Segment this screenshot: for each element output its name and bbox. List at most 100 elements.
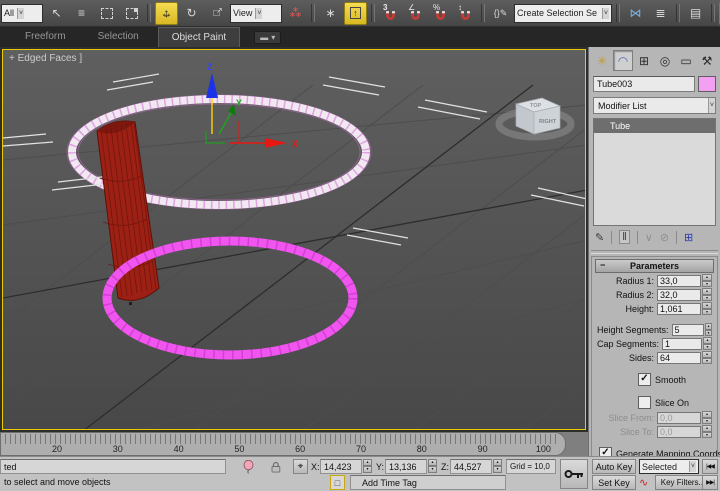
pin-stack-button[interactable]: ✎ <box>595 231 604 244</box>
height-segments-field[interactable]: 5 <box>672 324 704 336</box>
object-name-field[interactable]: Tube003 <box>593 76 695 92</box>
slice-from-field[interactable]: 0,0 <box>657 412 701 424</box>
tab-utilities[interactable]: ⚒ <box>697 50 717 71</box>
radius1-spinner[interactable]: ▴▾ <box>702 274 712 287</box>
select-by-name-button[interactable]: ≡ <box>70 2 93 25</box>
slice-to-field[interactable]: 0,0 <box>657 426 701 438</box>
timeline-ruler[interactable]: 2030405060708090100 <box>0 432 566 456</box>
main-toolbar: All ˅ ↖ ≡ ↔↕ ↻ □↗ View ˅ ⁂ ∗ ↑ 3 <box>0 0 720 27</box>
go-to-end-button[interactable]: ▶▶| <box>702 475 718 490</box>
tab-hierarchy[interactable]: ⊞ <box>634 50 654 71</box>
selection-lock-toggle[interactable] <box>270 461 282 473</box>
go-to-start-button[interactable]: |◀◀ <box>702 459 718 474</box>
select-and-scale-button[interactable]: □↗ <box>205 2 228 25</box>
tab-create[interactable]: ✳ <box>592 50 612 71</box>
angle-snap-button[interactable]: ∠ <box>404 2 427 25</box>
perspective-viewport[interactable]: Z X Y TOP RIGHT <box>2 49 586 430</box>
radius2-field[interactable]: 32,0 <box>657 289 701 301</box>
height-row: Height:1,061▴▾ <box>597 302 712 315</box>
axis-z-label: Z <box>207 62 213 72</box>
sides-field[interactable]: 64 <box>657 352 701 364</box>
go-to-end-icon: ▶▶| <box>706 479 714 486</box>
selection-set-value: Selected <box>642 462 686 472</box>
select-and-rotate-button[interactable]: ↻ <box>180 2 203 25</box>
ribbon-minimize-toggle[interactable]: ▬▾ <box>254 31 281 44</box>
generate-mapping-coords-row: ✓Generate Mapping Coords. <box>599 447 713 456</box>
configure-modifier-sets-button[interactable]: ⊞ <box>684 231 693 244</box>
reference-coordinate-dropdown[interactable]: View ˅ <box>230 4 282 23</box>
sides-row: Sides:64▴▾ <box>597 351 712 364</box>
sides-spinner[interactable]: ▴▾ <box>702 351 712 364</box>
height-spinner[interactable]: ▴▾ <box>702 302 712 315</box>
auto-key-button[interactable]: Auto Key <box>592 459 636 474</box>
selection-filter-dropdown[interactable]: All ˅ <box>1 4 43 23</box>
remove-modifier-button[interactable]: ⊘ <box>660 231 669 244</box>
select-and-manipulate-button[interactable]: ∗ <box>319 2 342 25</box>
snaps-toggle-button[interactable]: 3 <box>379 2 402 25</box>
ribbon-tab-freeform[interactable]: Freeform <box>12 27 79 47</box>
timeline-tick-label: 20 <box>52 444 62 454</box>
coord-x-field[interactable]: 14,423 <box>320 459 362 474</box>
percent-snap-button[interactable]: % <box>429 2 452 25</box>
spinner-snap-button[interactable]: ↕ <box>454 2 477 25</box>
add-time-tag-field[interactable]: Add Time Tag <box>350 475 506 490</box>
parameters-rollout-header[interactable]: − Parameters <box>595 259 714 273</box>
mirror-button[interactable]: ⋈ <box>624 2 647 25</box>
selection-region-button[interactable] <box>95 2 118 25</box>
viewport-label[interactable]: + Edged Faces ] <box>9 53 82 64</box>
slice-from-spinner[interactable]: ▴▾ <box>702 411 712 424</box>
slice-on-checkbox[interactable] <box>638 396 651 409</box>
coord-x-spinner[interactable]: ▴▾ <box>363 459 372 473</box>
set-key-button[interactable]: Set Key <box>592 475 636 490</box>
isolate-selection-toggle[interactable] <box>243 460 254 474</box>
cursor-icon: ↖ <box>51 6 61 20</box>
generate-mapping-coords-checkbox[interactable]: ✓ <box>599 447 612 456</box>
timeline-track-bar[interactable]: 2030405060708090100 <box>0 432 588 456</box>
window-crossing-button[interactable] <box>120 2 143 25</box>
cap-segments-field[interactable]: 1 <box>662 338 702 350</box>
coord-z-field[interactable]: 44,527 <box>450 459 492 474</box>
named-selection-sets-dropdown[interactable]: Create Selection Se ˅ <box>514 4 612 23</box>
select-object-button[interactable]: ↖ <box>45 2 68 25</box>
radius1-field[interactable]: 33,0 <box>657 275 701 287</box>
use-pivot-center-button[interactable]: ⁂ <box>284 2 307 25</box>
up-arrow-box-icon: ↑ <box>350 7 361 19</box>
create-icon: ✳ <box>597 54 607 68</box>
cap-segments-spinner[interactable]: ▴▾ <box>703 337 712 350</box>
percent-magnet-icon: % <box>433 5 448 21</box>
selection-set-dropdown[interactable]: Selected ˅ <box>639 459 699 474</box>
coord-y-spinner[interactable]: ▴▾ <box>428 459 437 473</box>
viewport-scene[interactable]: Z X Y TOP RIGHT <box>3 50 586 430</box>
slice-to-spinner[interactable]: ▴▾ <box>702 425 712 438</box>
adaptive-degradation-toggle[interactable]: □ <box>330 475 345 490</box>
radius2-spinner[interactable]: ▴▾ <box>702 288 712 301</box>
absolute-mode-toggle[interactable]: ⌖ <box>293 459 308 474</box>
edit-named-selection-sets-button[interactable]: {}✎ <box>489 2 512 25</box>
set-key-label: Set Key <box>598 478 630 488</box>
coord-y-value: 13,136 <box>389 462 417 472</box>
modifier-stack-list[interactable]: Tube <box>593 118 716 226</box>
coord-z-spinner[interactable]: ▴▾ <box>493 459 502 473</box>
height-segments-spinner[interactable]: ▴▾ <box>705 323 712 336</box>
smooth-checkbox[interactable]: ✓ <box>638 373 651 386</box>
set-key-filters-curve-icon[interactable]: ∿ <box>639 476 652 489</box>
ribbon-tab-selection[interactable]: Selection <box>85 27 152 47</box>
coord-y-field[interactable]: 13,136 <box>385 459 427 474</box>
align-button[interactable]: ≣ <box>649 2 672 25</box>
modifier-stack-item[interactable]: Tube <box>594 119 715 133</box>
object-color-swatch[interactable] <box>698 76 716 92</box>
tab-display[interactable]: ▭ <box>676 50 696 71</box>
tab-motion[interactable]: ◎ <box>655 50 675 71</box>
tab-modify[interactable]: ◠ <box>613 50 633 71</box>
layer-manager-button[interactable]: ▤ <box>684 2 707 25</box>
modifier-list-dropdown[interactable]: Modifier List ˅ <box>593 97 716 114</box>
make-unique-button[interactable]: ∨ <box>645 231 653 244</box>
show-end-result-button[interactable]: ‖ <box>619 230 630 244</box>
set-keys-button[interactable] <box>560 459 588 489</box>
ribbon-tab-object-paint[interactable]: Object Paint <box>158 27 240 47</box>
height-field[interactable]: 1,061 <box>657 303 701 315</box>
modifier-list-label: Modifier List <box>598 101 647 111</box>
radius2-label: Radius 2: <box>616 290 654 300</box>
keyboard-override-button[interactable]: ↑ <box>344 2 367 25</box>
select-and-move-button[interactable]: ↔↕ <box>155 2 178 25</box>
